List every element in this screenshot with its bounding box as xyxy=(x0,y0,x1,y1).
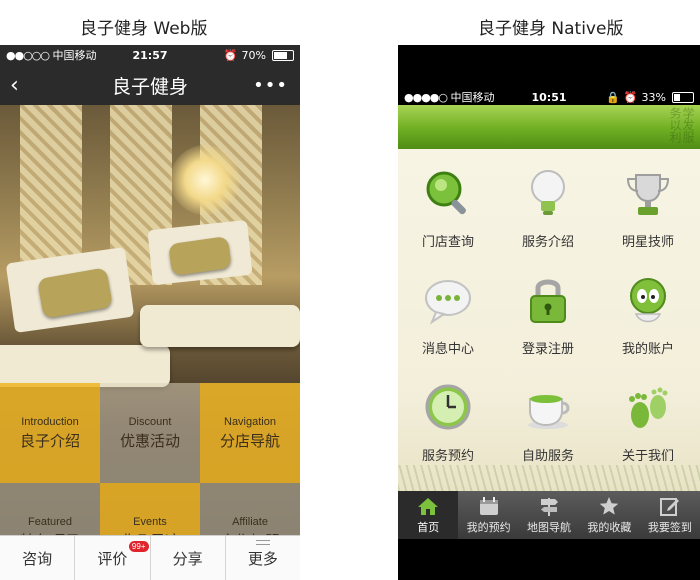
battery-percent: 70% xyxy=(241,48,266,62)
alarm-icon: ⏰ xyxy=(623,90,638,104)
avatar-icon xyxy=(630,278,666,323)
service-intro-item[interactable]: 服务介绍 xyxy=(498,161,598,268)
padlock-icon xyxy=(530,279,566,323)
about-us-item[interactable]: 关于我们 xyxy=(598,375,698,482)
web-version-caption: 良子健身 Web版 xyxy=(80,19,208,39)
web-version-phone: ●●○○○ 中国移动 21:57 ⏰ 70% ‹ 良子健身 ••• Introd… xyxy=(0,45,300,580)
tile-zh-label: 优惠活动 xyxy=(119,431,180,450)
clock-icon xyxy=(425,384,471,430)
icon-label: 服务介绍 xyxy=(521,235,574,250)
calligraphy-watermark: 学发服务以利 xyxy=(668,107,695,143)
calendar-icon xyxy=(479,497,498,515)
tab-label: 首页 xyxy=(417,521,440,534)
more-button[interactable]: 更多 xyxy=(226,536,300,580)
lock-icon: 🔒 xyxy=(606,90,620,104)
tile-discount[interactable]: Discount 优惠活动 xyxy=(100,383,200,483)
share-button[interactable]: 分享 xyxy=(151,536,226,580)
battery-percent: 33% xyxy=(641,90,666,104)
tab-check-in[interactable]: 我要签到 xyxy=(640,491,700,539)
icon-label: 明星技师 xyxy=(621,235,674,250)
native-version-phone: ●●●●○ 中国移动 10:51 🔒 ⏰ 33% 学发服务以利 门店查询 服务介… xyxy=(398,45,700,580)
icon-grid: 门店查询 服务介绍 明星技师 消息中心 登录注册 我的账户 服务预约 自助服务 … xyxy=(398,161,700,482)
tab-label: 我要签到 xyxy=(647,521,692,534)
massage-bed xyxy=(0,345,170,387)
page-title: 良子健身 xyxy=(111,75,188,98)
my-account-item[interactable]: 我的账户 xyxy=(598,268,698,375)
green-header-banner: 学发服务以利 xyxy=(398,105,700,149)
menu-label: 分享 xyxy=(172,550,203,568)
icon-label: 关于我们 xyxy=(621,449,674,464)
icon-label: 消息中心 xyxy=(421,342,474,357)
status-bar: ●●○○○ 中国移动 21:57 ⏰ 70% xyxy=(0,45,300,65)
menu-label: 咨询 xyxy=(22,550,53,568)
icon-label: 门店查询 xyxy=(421,235,474,250)
message-center-item[interactable]: 消息中心 xyxy=(398,268,498,375)
tab-map-navigation[interactable]: 地图导航 xyxy=(519,491,579,539)
home-icon xyxy=(418,498,439,515)
battery-icon xyxy=(672,91,694,103)
massage-bed xyxy=(140,305,300,347)
star-icon xyxy=(600,497,619,515)
lamp-glow xyxy=(170,145,240,215)
icon-label: 我的账户 xyxy=(621,342,674,357)
tab-label: 地图导航 xyxy=(527,521,572,534)
tile-en-label: Affiliate xyxy=(232,515,268,528)
review-count-badge: 99+ xyxy=(128,541,149,552)
tab-label: 我的预约 xyxy=(466,521,511,534)
footprints-icon xyxy=(629,387,668,428)
bottom-menu: 咨询 评价 99+ 分享 更多 xyxy=(0,535,300,580)
chat-bubble-icon xyxy=(425,280,471,325)
status-bar: ●●●●○ 中国移动 10:51 🔒 ⏰ 33% xyxy=(398,87,700,107)
self-service-item[interactable]: 自助服务 xyxy=(498,375,598,482)
back-icon[interactable]: ‹ xyxy=(10,73,19,98)
service-booking-item[interactable]: 服务预约 xyxy=(398,375,498,482)
icon-label: 服务预约 xyxy=(421,449,474,464)
trophy-icon xyxy=(626,174,670,215)
review-button[interactable]: 评价 99+ xyxy=(75,536,151,580)
teacup-icon xyxy=(528,395,570,429)
tab-my-favorites[interactable]: 我的收藏 xyxy=(579,491,639,539)
carrier: ●●●●○ 中国移动 xyxy=(404,91,495,104)
tab-my-bookings[interactable]: 我的预约 xyxy=(458,491,518,539)
tile-zh-label: 分店导航 xyxy=(219,431,280,450)
tile-zh-label: 良子介绍 xyxy=(19,431,80,450)
more-icon[interactable]: ••• xyxy=(253,75,288,96)
tab-label: 我的收藏 xyxy=(587,521,632,534)
tile-en-label: Featured xyxy=(27,515,73,528)
clock: 21:57 xyxy=(132,48,168,62)
tile-en-label: Events xyxy=(133,515,167,528)
menu-label: 评价 xyxy=(97,550,128,568)
tab-home[interactable]: 首页 xyxy=(398,491,459,539)
clock: 10:51 xyxy=(531,90,567,104)
login-register-item[interactable]: 登录注册 xyxy=(498,268,598,375)
consult-button[interactable]: 咨询 xyxy=(0,536,76,580)
bottom-tab-bar: 首页 我的预约 地图导航 我的收藏 我要签到 xyxy=(398,491,700,539)
tile-en-label: Introduction xyxy=(21,415,79,428)
icon-label: 登录注册 xyxy=(521,342,574,357)
icon-menu-area: 门店查询 服务介绍 明星技师 消息中心 登录注册 我的账户 服务预约 自助服务 … xyxy=(398,149,700,491)
lightbulb-icon xyxy=(531,170,565,215)
battery-icon xyxy=(272,49,294,61)
alarm-icon: ⏰ xyxy=(223,48,238,62)
tile-navigation[interactable]: Navigation 分店导航 xyxy=(200,383,300,483)
magnifier-icon xyxy=(426,171,466,215)
grip-icon xyxy=(255,540,270,545)
navbar: ‹ 良子健身 ••• xyxy=(0,65,300,105)
signpost-icon xyxy=(541,498,559,516)
menu-label: 更多 xyxy=(247,550,278,568)
tile-en-label: Navigation xyxy=(224,415,276,428)
tile-en-label: Discount xyxy=(128,415,172,428)
carrier: ●●○○○ 中国移动 xyxy=(6,49,97,62)
native-version-caption: 良子健身 Native版 xyxy=(478,19,624,39)
edit-icon xyxy=(659,498,679,516)
tile-introduction[interactable]: Introduction 良子介绍 xyxy=(0,383,100,483)
store-search-item[interactable]: 门店查询 xyxy=(398,161,498,268)
star-technician-item[interactable]: 明星技师 xyxy=(598,161,698,268)
icon-label: 自助服务 xyxy=(521,449,574,464)
